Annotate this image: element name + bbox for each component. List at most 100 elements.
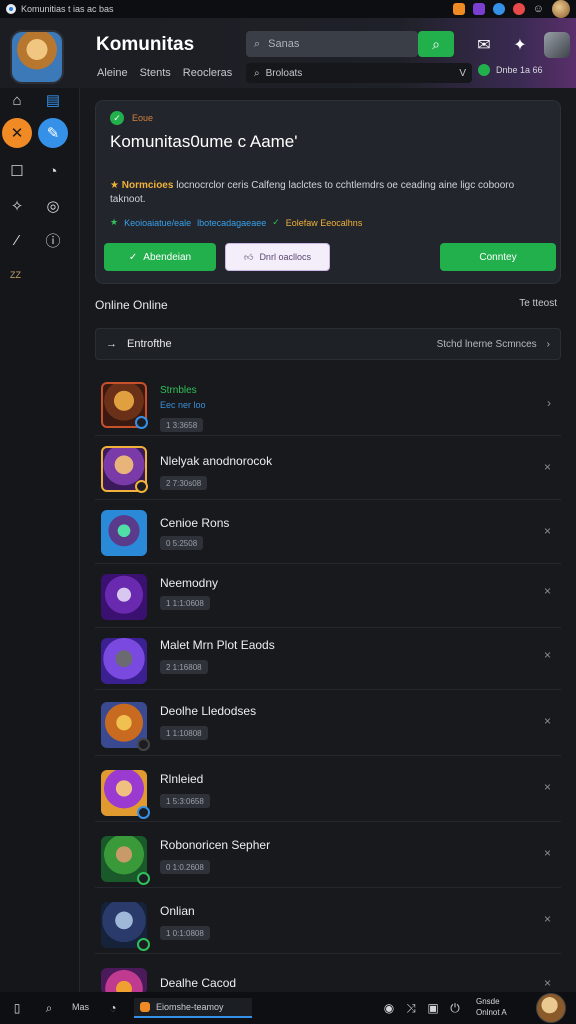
settings-icon[interactable] — [544, 32, 570, 58]
window-icon[interactable]: ▯ — [8, 999, 26, 1017]
game-thumbnail — [101, 574, 147, 620]
alert-icon[interactable] — [512, 3, 525, 15]
tag-check-icon: ✓ — [272, 217, 280, 227]
search-icon: ⌕ — [254, 37, 261, 50]
notification-icon[interactable] — [452, 3, 465, 15]
section-header: Online Online Te tteost — [95, 298, 557, 312]
volume-icon[interactable]: ◉ — [380, 999, 398, 1017]
app-icon — [140, 1002, 150, 1012]
sidebar: ⌂ ▤ ✕ ✎ ☐ ◔ ✧ ◎ ⁄ ⓘ ZZ — [0, 88, 80, 992]
menu-icon[interactable] — [472, 3, 485, 15]
shuffle-icon[interactable]: ⤨ — [402, 999, 420, 1017]
arrow-icon: → — [106, 338, 117, 350]
brush-icon[interactable]: ⁄ — [2, 225, 32, 255]
join-button[interactable]: ✓ Abendeian — [104, 243, 216, 271]
chat-icon[interactable]: ☺ — [533, 3, 544, 15]
close-icon[interactable]: × — [544, 584, 551, 598]
close-icon[interactable]: × — [544, 976, 551, 990]
verified-label: Eoue — [132, 113, 154, 123]
nav-link-0[interactable]: Aleine — [97, 67, 128, 79]
power-icon[interactable]: ⏻ — [446, 999, 464, 1017]
platform-icon — [137, 738, 150, 751]
clock-icon[interactable]: ◔ — [38, 156, 68, 186]
tools-icon[interactable]: ✕ — [2, 118, 32, 148]
section-right-link[interactable]: Te tteost — [519, 298, 557, 312]
tag-2[interactable]: lbotecadagaeaee — [197, 218, 266, 228]
info-icon[interactable]: ⓘ — [38, 225, 68, 255]
desc-bold: Normcioes — [121, 180, 174, 191]
user-avatar-small[interactable] — [552, 0, 570, 18]
list-item[interactable]: Robonoricen Sepher 0 1:0.2608 × — [95, 822, 561, 888]
row-meta: 2 7:30s08 — [160, 476, 208, 490]
game-thumbnail — [101, 382, 148, 429]
close-icon[interactable]: × — [544, 846, 551, 860]
community-avatar[interactable] — [10, 30, 64, 84]
verified-row: ✓ Eoue — [110, 111, 153, 125]
messages-icon[interactable]: ✉ — [472, 33, 496, 57]
game-thumbnail — [101, 510, 147, 556]
platform-icon — [137, 806, 150, 819]
game-thumbnail — [101, 902, 150, 951]
filter-select[interactable]: ⌕ Broloats V — [246, 63, 472, 83]
nav-link-2[interactable]: Reocleras — [183, 67, 233, 79]
tray-line-1: Gnsde — [476, 997, 500, 1006]
list-item[interactable]: Strnbles Eec ner loo 1 3:3658 › — [95, 372, 561, 436]
tag-3[interactable]: Eolefaw Eeocalhns — [286, 218, 363, 228]
compass-icon[interactable]: ◎ — [38, 191, 68, 221]
inbox-icon[interactable]: ☐ — [2, 156, 32, 186]
pin-icon[interactable]: ✧ — [2, 191, 32, 221]
page-title: Komunitas — [96, 34, 195, 55]
avatar[interactable] — [536, 993, 566, 1023]
close-icon[interactable]: × — [544, 780, 551, 794]
check-icon: ✓ — [110, 111, 124, 125]
join-button-label: Abendeian — [143, 251, 192, 263]
community-card: ✓ Eoue Komunitas0ume c Aame' ★ Normcioes… — [95, 100, 561, 284]
main-content: ✓ Eoue Komunitas0ume c Aame' ★ Normcioes… — [80, 88, 576, 994]
controller-icon[interactable]: ✦ — [508, 33, 532, 57]
filter-label: Broloats — [265, 67, 303, 79]
search-input[interactable]: ⌕ Sanas — [246, 31, 418, 57]
subbar-left[interactable]: Entrofthe — [127, 338, 172, 350]
game-thumbnail — [101, 446, 148, 493]
close-icon[interactable]: × — [544, 648, 551, 662]
taskbar-label[interactable]: Mas — [72, 1002, 89, 1012]
list-toolbar: → Entrofthe Stchd lnerne Scmnces › — [95, 328, 561, 360]
list-item[interactable]: Onlian 1 0:1:0808 × — [95, 888, 561, 954]
chevron-right-icon: › — [546, 338, 550, 350]
list-item[interactable]: Neemodny 1 1:1:0608 × — [95, 564, 561, 628]
active-window-tab[interactable]: Eiomshe-teamoy — [134, 998, 252, 1018]
row-meta: 2 1:16808 — [160, 660, 208, 674]
tag-star-icon: ★ — [110, 217, 119, 227]
list-item[interactable]: Malet Mrn Plot Eaods 2 1:16808 × — [95, 624, 561, 690]
search-button[interactable]: ⌕ — [418, 31, 454, 57]
game-thumbnail — [101, 638, 147, 684]
list-item[interactable]: Cenioe Rons 0 5:2508 × — [95, 500, 561, 564]
display-icon[interactable]: ▣ — [424, 999, 442, 1017]
tag-1[interactable]: Keoioaiatue/eale — [124, 218, 191, 228]
clock-icon[interactable]: ◔ — [104, 999, 122, 1017]
close-icon[interactable]: × — [544, 460, 551, 474]
close-icon[interactable]: × — [544, 524, 551, 538]
check-icon: ✓ — [128, 251, 138, 263]
row-meta: 1 1:10808 — [160, 726, 208, 740]
list-item[interactable]: Rlnleied 1 5:3:0658 × — [95, 756, 561, 822]
search-icon[interactable]: ⌕ — [40, 999, 58, 1017]
connect-button[interactable]: Conntey — [440, 243, 556, 271]
like-button[interactable]: 👍︎ Dnrl oacllocs — [225, 243, 330, 271]
subbar-right[interactable]: Stchd lnerne Scmnces › — [437, 339, 550, 350]
row-title: Cenioe Rons — [160, 516, 230, 530]
list-item[interactable]: Nlelyak anodnorocok 2 7:30s08 × — [95, 436, 561, 500]
close-icon[interactable]: × — [544, 912, 551, 926]
game-thumbnail — [101, 836, 150, 885]
list-item[interactable]: Deolhe Lledodses 1 1:10808 × — [95, 690, 561, 756]
nav-link-1[interactable]: Stents — [140, 67, 171, 79]
close-icon[interactable]: × — [544, 714, 551, 728]
game-thumbnail — [101, 770, 150, 819]
edit-icon[interactable]: ✎ — [38, 118, 68, 148]
list-icon[interactable]: ▤ — [38, 85, 68, 115]
home-icon[interactable]: ⌂ — [2, 85, 32, 115]
list-item[interactable]: Dealhe Cacod × — [95, 954, 561, 994]
browser-icon[interactable] — [492, 3, 505, 15]
header-actions: ✉ ✦ — [472, 32, 570, 58]
chevron-right-icon[interactable]: › — [547, 396, 551, 410]
